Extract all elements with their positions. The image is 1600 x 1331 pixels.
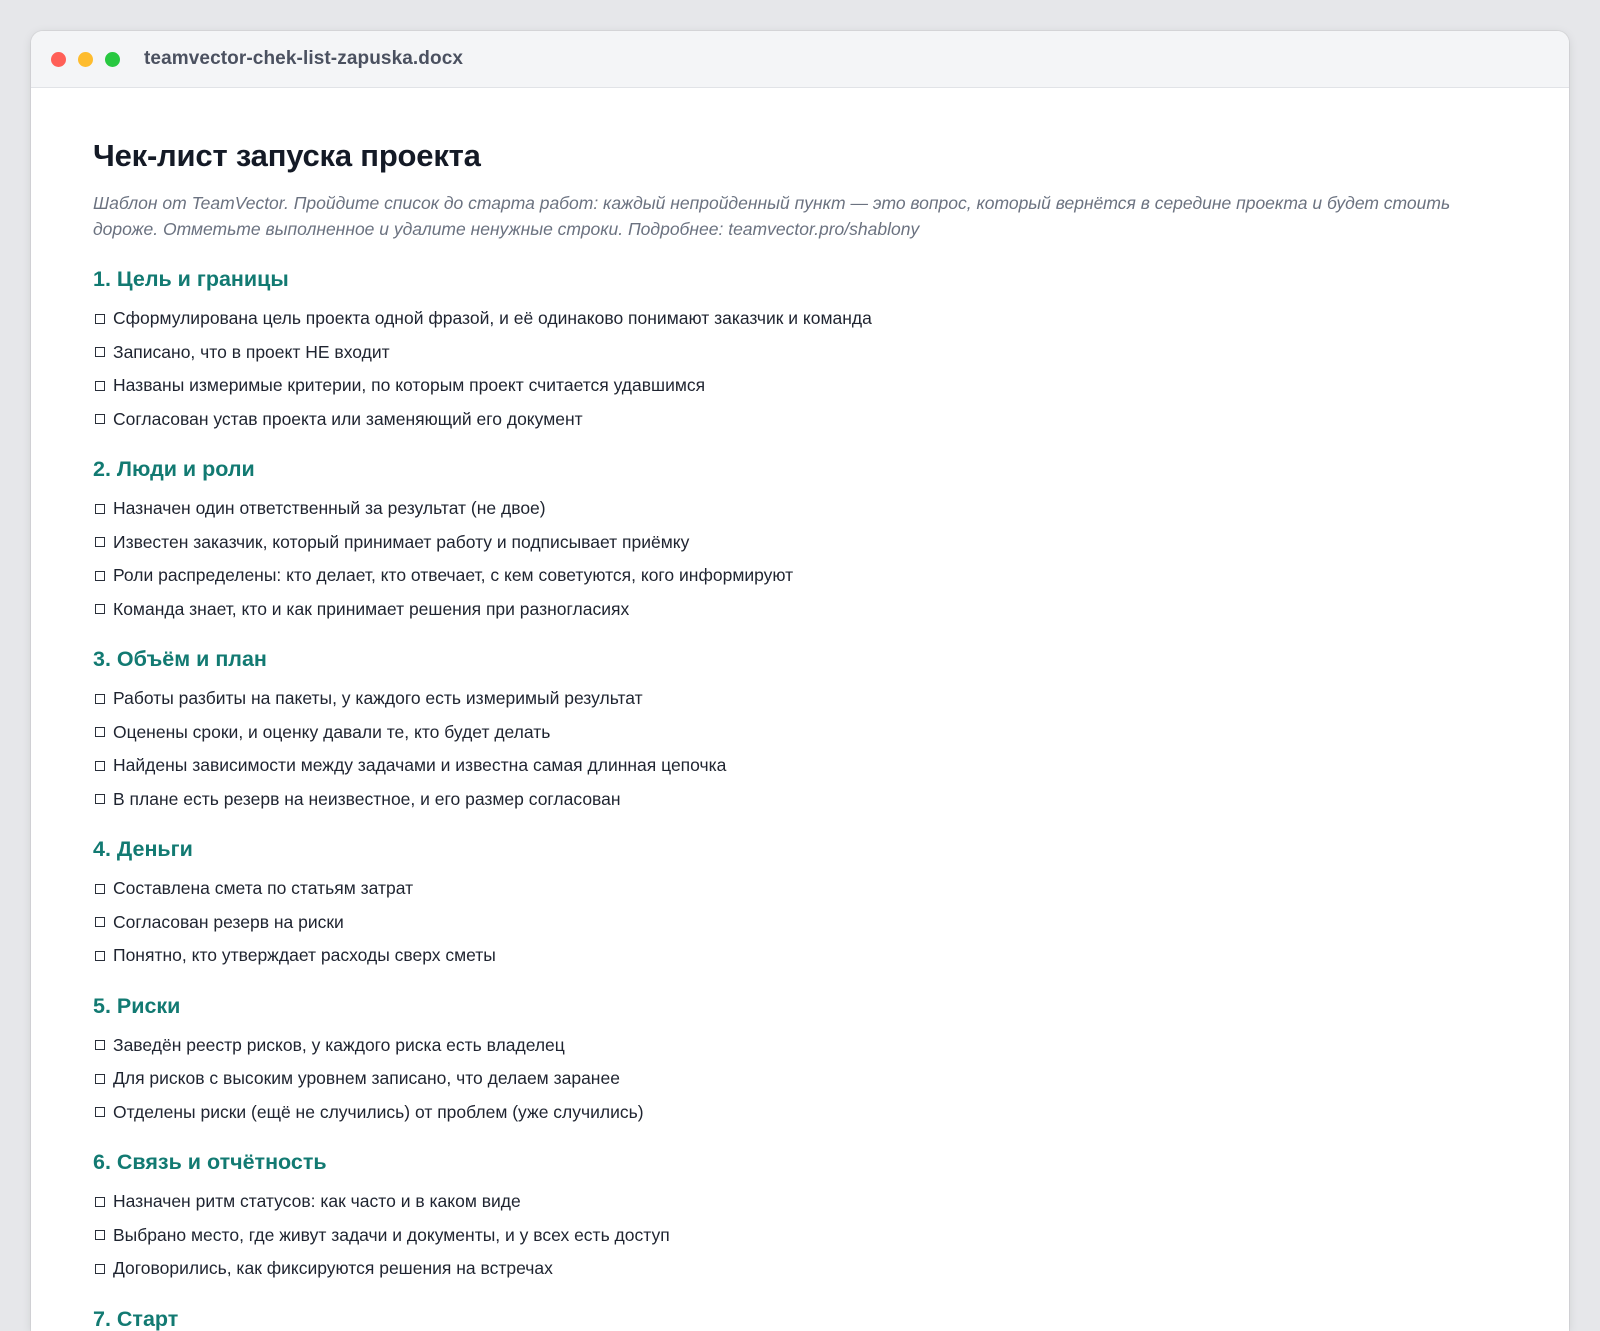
window-filename: teamvector-chek-list-zapuska.docx: [144, 48, 463, 70]
checklist-section: 4. Деньги Составлена смета по статьям зат…: [93, 834, 1507, 973]
checklist-items: Сформулирована цель проекта одной фразой…: [93, 302, 1507, 436]
checklist-items: Назначен один ответственный за результат…: [93, 492, 1507, 626]
checklist-item: Заведён реестр рисков, у каждого риска е…: [93, 1029, 1507, 1063]
checkbox-icon[interactable]: [95, 694, 105, 704]
checklist-sections: 1. Цель и границы Сформулирована цель про…: [93, 264, 1507, 1331]
checkbox-icon[interactable]: [95, 1107, 105, 1117]
checklist-item: Известен заказчик, который принимает раб…: [93, 526, 1507, 560]
checklist-item-text: Известен заказчик, который принимает раб…: [113, 526, 689, 560]
checklist-item-text: Назначен один ответственный за результат…: [113, 492, 546, 526]
checklist-item-text: Договорились, как фиксируются решения на…: [113, 1252, 553, 1286]
section-heading: 4. Деньги: [93, 834, 1507, 864]
checkbox-icon[interactable]: [95, 414, 105, 424]
checklist-item: Отделены риски (ещё не случились) от про…: [93, 1096, 1507, 1130]
checkbox-icon[interactable]: [95, 1040, 105, 1050]
checkbox-icon[interactable]: [95, 951, 105, 961]
checklist-section: 3. Объём и план Работы разбиты на пакеты,…: [93, 644, 1507, 816]
checklist-item: Понятно, кто утверждает расходы сверх см…: [93, 939, 1507, 973]
checklist-section: 1. Цель и границы Сформулирована цель про…: [93, 264, 1507, 436]
checklist-item-text: Роли распределены: кто делает, кто отвеч…: [113, 559, 793, 593]
checklist-item: Работы разбиты на пакеты, у каждого есть…: [93, 682, 1507, 716]
checklist-items: Назначен ритм статусов: как часто и в ка…: [93, 1185, 1507, 1286]
checklist-section: 7. СтартПроведена стартовая встреча со в…: [93, 1304, 1507, 1331]
checklist-item-text: В плане есть резерв на неизвестное, и ег…: [113, 783, 621, 817]
checklist-item: Договорились, как фиксируются решения на…: [93, 1252, 1507, 1286]
checklist-item-text: Сформулирована цель проекта одной фразой…: [113, 302, 872, 336]
checkbox-icon[interactable]: [95, 794, 105, 804]
checkbox-icon[interactable]: [95, 884, 105, 894]
checklist-item: Названы измеримые критерии, по которым п…: [93, 369, 1507, 403]
checklist-item: Найдены зависимости между задачами и изв…: [93, 749, 1507, 783]
checklist-item: Роли распределены: кто делает, кто отвеч…: [93, 559, 1507, 593]
checkbox-icon[interactable]: [95, 504, 105, 514]
checklist-item: Записано, что в проект НЕ входит: [93, 336, 1507, 370]
checklist-item-text: Составлена смета по статьям затрат: [113, 872, 413, 906]
document-intro: Шаблон от TeamVector. Пройдите список до…: [93, 190, 1473, 242]
checklist-item: Команда знает, кто и как принимает решен…: [93, 593, 1507, 627]
checklist-item: Сформулирована цель проекта одной фразой…: [93, 302, 1507, 336]
document-title: Чек-лист запуска проекта: [93, 138, 1507, 174]
checkbox-icon[interactable]: [95, 1264, 105, 1274]
checklist-item: Назначен один ответственный за результат…: [93, 492, 1507, 526]
checklist-item-text: Для рисков с высоким уровнем записано, ч…: [113, 1062, 620, 1096]
document-window: teamvector-chek-list-zapuska.docx Чек-ли…: [31, 31, 1569, 1331]
checklist-item-text: Отделены риски (ещё не случились) от про…: [113, 1096, 644, 1130]
checklist-item: Составлена смета по статьям затрат: [93, 872, 1507, 906]
checklist-items: Заведён реестр рисков, у каждого риска е…: [93, 1029, 1507, 1130]
checklist-item-text: Выбрано место, где живут задачи и докуме…: [113, 1219, 670, 1253]
checklist-item-text: Найдены зависимости между задачами и изв…: [113, 749, 726, 783]
checklist-item-text: Записано, что в проект НЕ входит: [113, 336, 390, 370]
checkbox-icon[interactable]: [95, 761, 105, 771]
checklist-item-text: Названы измеримые критерии, по которым п…: [113, 369, 705, 403]
section-heading: 6. Связь и отчётность: [93, 1147, 1507, 1177]
checklist-section: 5. Риски Заведён реестр рисков, у каждого…: [93, 991, 1507, 1130]
checkbox-icon[interactable]: [95, 917, 105, 927]
section-heading: 1. Цель и границы: [93, 264, 1507, 294]
window-titlebar: teamvector-chek-list-zapuska.docx: [31, 31, 1569, 88]
checklist-item: Назначен ритм статусов: как часто и в ка…: [93, 1185, 1507, 1219]
checkbox-icon[interactable]: [95, 537, 105, 547]
checklist-item: Оценены сроки, и оценку давали те, кто б…: [93, 716, 1507, 750]
checkbox-icon[interactable]: [95, 1197, 105, 1207]
section-heading: 2. Люди и роли: [93, 454, 1507, 484]
checklist-section: 2. Люди и роли Назначен один ответственны…: [93, 454, 1507, 626]
checklist-item-text: Работы разбиты на пакеты, у каждого есть…: [113, 682, 643, 716]
section-heading: 3. Объём и план: [93, 644, 1507, 674]
checkbox-icon[interactable]: [95, 381, 105, 391]
zoom-window-button[interactable]: [105, 52, 120, 67]
checklist-section: 6. Связь и отчётность Назначен ритм стату…: [93, 1147, 1507, 1286]
checklist-item: В плане есть резерв на неизвестное, и ег…: [93, 783, 1507, 817]
document-body: Чек-лист запуска проекта Шаблон от TeamV…: [31, 88, 1569, 1331]
checklist-item-text: Согласован устав проекта или заменяющий …: [113, 403, 583, 437]
close-window-button[interactable]: [51, 52, 66, 67]
checklist-item-text: Оценены сроки, и оценку давали те, кто б…: [113, 716, 550, 750]
checkbox-icon[interactable]: [95, 1074, 105, 1084]
section-heading: 7. Старт: [93, 1304, 1507, 1331]
section-heading: 5. Риски: [93, 991, 1507, 1021]
checklist-items: Составлена смета по статьям затратСоглас…: [93, 872, 1507, 973]
checklist-item: Согласован резерв на риски: [93, 906, 1507, 940]
checklist-items: Работы разбиты на пакеты, у каждого есть…: [93, 682, 1507, 816]
checklist-item-text: Согласован резерв на риски: [113, 906, 344, 940]
checkbox-icon[interactable]: [95, 604, 105, 614]
checkbox-icon[interactable]: [95, 347, 105, 357]
checkbox-icon[interactable]: [95, 314, 105, 324]
checklist-item-text: Назначен ритм статусов: как часто и в ка…: [113, 1185, 521, 1219]
checklist-item-text: Команда знает, кто и как принимает решен…: [113, 593, 629, 627]
checklist-item-text: Заведён реестр рисков, у каждого риска е…: [113, 1029, 565, 1063]
minimize-window-button[interactable]: [78, 52, 93, 67]
checklist-item: Выбрано место, где живут задачи и докуме…: [93, 1219, 1507, 1253]
checklist-item-text: Понятно, кто утверждает расходы сверх см…: [113, 939, 496, 973]
checkbox-icon[interactable]: [95, 1230, 105, 1240]
checklist-item: Согласован устав проекта или заменяющий …: [93, 403, 1507, 437]
checklist-item: Для рисков с высоким уровнем записано, ч…: [93, 1062, 1507, 1096]
checkbox-icon[interactable]: [95, 727, 105, 737]
checkbox-icon[interactable]: [95, 571, 105, 581]
